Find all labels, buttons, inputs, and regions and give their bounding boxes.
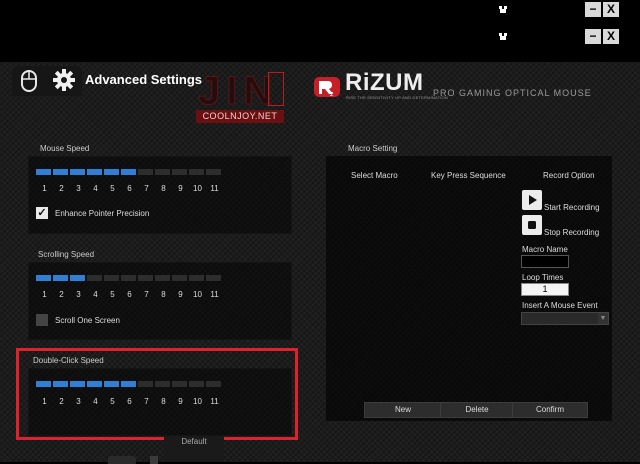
brand-name: RiZUM [345,69,424,96]
mouse-speed-slider[interactable] [36,169,221,175]
mouse-speed-scale-label: 10 [193,184,202,193]
scrolling-speed-segment[interactable] [206,275,221,281]
chevron-down-icon: ▼ [598,313,608,324]
scrolling-speed-scale-label: 6 [127,290,132,299]
scrolling-speed-scale-label: 8 [161,290,166,299]
mouse-speed-segment[interactable] [189,169,204,175]
footer-tab [108,456,136,464]
mouse-speed-panel [28,156,292,234]
watermark-site: COOLNJOY.NET [196,110,284,123]
mouse-speed-segment[interactable] [121,169,136,175]
default-button[interactable]: Default [164,436,224,462]
insert-mouse-event-select[interactable]: ▼ [521,312,609,325]
scrolling-speed-scale: 1 2 3 4 5 6 7 8 9 10 11 [36,290,223,299]
mouse-speed-segment[interactable] [206,169,221,175]
new-button[interactable]: New [364,402,442,418]
enhance-precision-label: Enhance Pointer Precision [55,209,150,218]
mouse-speed-segment[interactable] [155,169,170,175]
scrolling-speed-scale-label: 2 [59,290,64,299]
scrolling-speed-segment[interactable] [87,275,102,281]
record-option-header: Record Option [543,171,595,180]
mouse-speed-scale: 1 2 3 4 5 6 7 8 9 10 11 [36,184,223,193]
start-recording-button[interactable] [522,190,542,210]
loop-times-input[interactable]: 1 [521,283,569,296]
key-press-sequence-header: Key Press Sequence [431,171,506,180]
scroll-one-screen-label: Scroll One Screen [55,316,120,325]
mouse-speed-segment[interactable] [70,169,85,175]
brand-product: PRO GAMING OPTICAL MOUSE [433,88,592,98]
watermark-accent [268,72,284,106]
macro-name-input[interactable] [521,255,569,268]
stop-recording-label: Stop Recording [544,228,600,237]
stop-icon [528,221,536,229]
scrolling-speed-scale-label: 5 [110,290,115,299]
minimize-button[interactable]: − [585,2,601,17]
stop-recording-button[interactable] [522,215,542,235]
scrolling-speed-segment[interactable] [104,275,119,281]
highlight-box [16,348,298,440]
scrolling-speed-slider[interactable] [36,275,221,281]
mouse-mini-icon [498,32,508,41]
scrolling-speed-scale-label: 11 [210,290,219,299]
scrolling-speed-segment[interactable] [189,275,204,281]
mouse-speed-scale-label: 7 [144,184,149,193]
scrolling-speed-scale-label: 4 [93,290,98,299]
mouse-speed-scale-label: 1 [42,184,47,193]
select-macro-header: Select Macro [351,171,398,180]
scrolling-speed-segment[interactable] [172,275,187,281]
mouse-speed-segment[interactable] [36,169,51,175]
scrolling-speed-scale-label: 7 [144,290,149,299]
scrolling-speed-panel [28,262,292,340]
page-title: Advanced Settings [85,72,203,87]
loop-times-label: Loop Times [522,273,564,282]
close-button[interactable]: X [603,2,619,17]
mouse-speed-scale-label: 9 [178,184,183,193]
mouse-speed-segment[interactable] [104,169,119,175]
mouse-icon[interactable] [18,69,40,98]
mouse-speed-scale-label: 2 [59,184,64,193]
brand-logo-icon: z [313,75,343,104]
close-button[interactable]: X [603,29,619,44]
svg-text:z: z [330,91,334,98]
scroll-one-screen-checkbox[interactable] [36,314,48,326]
mouse-speed-scale-label: 3 [76,184,81,193]
footer-tab [150,456,158,464]
start-recording-label: Start Recording [544,203,600,212]
insert-mouse-event-label: Insert A Mouse Event [522,301,598,310]
mouse-speed-segment[interactable] [172,169,187,175]
scrolling-speed-segment[interactable] [70,275,85,281]
mouse-speed-scale-label: 4 [93,184,98,193]
macro-panel [326,156,612,421]
mouse-speed-label: Mouse Speed [40,144,90,153]
delete-button[interactable]: Delete [440,402,514,418]
scrolling-speed-segment[interactable] [53,275,68,281]
scrolling-speed-segment[interactable] [155,275,170,281]
mouse-speed-segment[interactable] [138,169,153,175]
macro-name-label: Macro Name [522,245,568,254]
minimize-button[interactable]: − [585,29,601,44]
play-icon [529,195,537,205]
gear-icon[interactable] [52,68,76,97]
mouse-mini-icon [498,5,508,14]
scrolling-speed-segment[interactable] [121,275,136,281]
mouse-speed-scale-label: 8 [161,184,166,193]
mouse-speed-scale-label: 5 [110,184,115,193]
mouse-speed-scale-label: 11 [210,184,219,193]
scrolling-speed-segment[interactable] [138,275,153,281]
scrolling-speed-scale-label: 9 [178,290,183,299]
mouse-speed-segment[interactable] [87,169,102,175]
mouse-speed-scale-label: 6 [127,184,132,193]
macro-setting-label: Macro Setting [348,144,398,153]
mouse-speed-segment[interactable] [53,169,68,175]
enhance-precision-checkbox[interactable]: ✓ [36,207,48,219]
watermark-logo: JIN [197,69,279,113]
confirm-button[interactable]: Confirm [512,402,588,418]
scrolling-speed-scale-label: 10 [193,290,202,299]
scrolling-speed-segment[interactable] [36,275,51,281]
scrolling-speed-scale-label: 1 [42,290,47,299]
scrolling-speed-label: Scrolling Speed [38,250,95,259]
scrolling-speed-scale-label: 3 [76,290,81,299]
